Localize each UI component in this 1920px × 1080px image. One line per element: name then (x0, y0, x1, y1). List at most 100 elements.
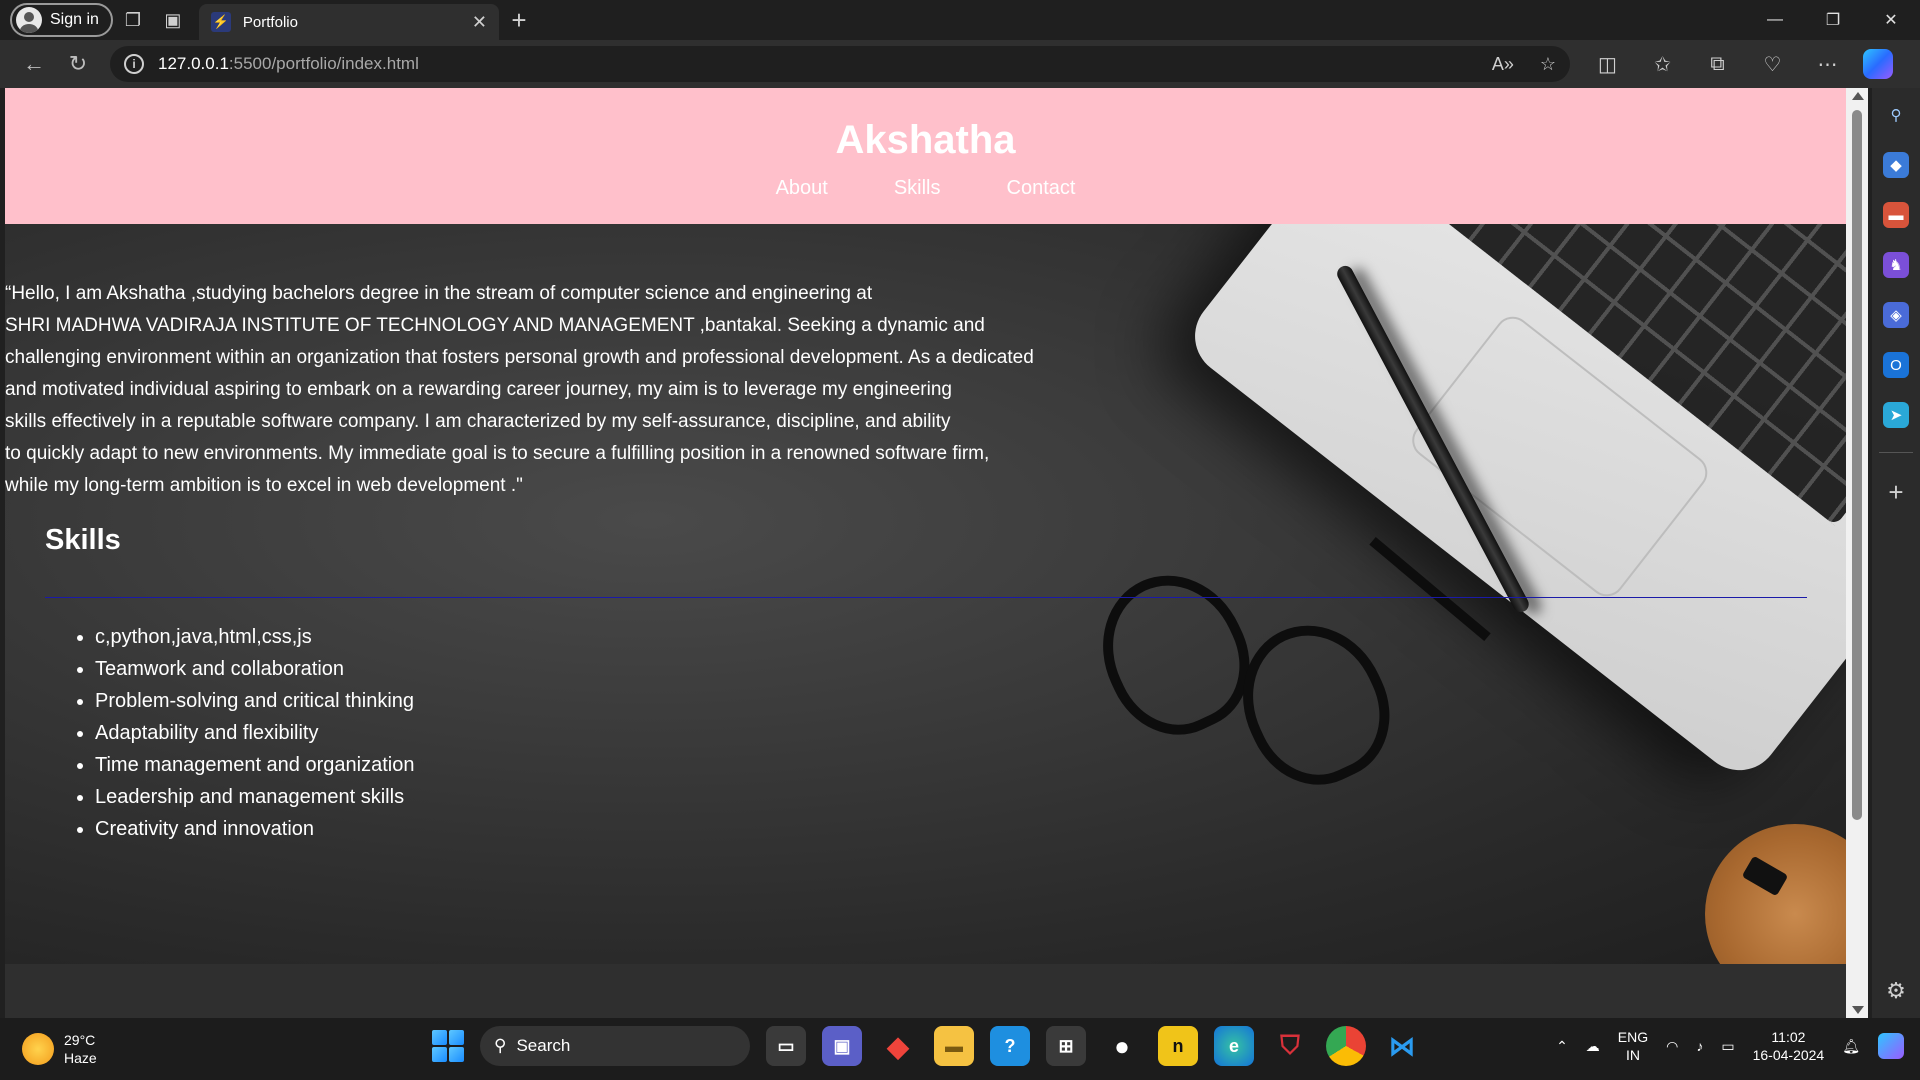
sidebar-divider (1879, 452, 1913, 453)
tools-icon[interactable]: ▬ (1883, 202, 1909, 228)
anydesk-icon[interactable]: ◆ (878, 1026, 918, 1066)
close-tab-icon[interactable]: ✕ (472, 12, 487, 33)
more-options-icon[interactable]: ⋯ (1800, 44, 1855, 84)
copilot-taskbar-icon[interactable] (1878, 1033, 1904, 1059)
intro-line: skills effectively in a reputable softwa… (5, 411, 951, 432)
page-footer-area (5, 964, 1846, 1018)
skills-divider (45, 597, 1807, 598)
time: 11:02 (1771, 1029, 1806, 1045)
minimize-button[interactable]: — (1746, 0, 1804, 40)
read-aloud-icon[interactable]: A» (1492, 54, 1514, 75)
tab-portfolio[interactable]: ⚡ Portfolio ✕ (198, 4, 499, 40)
page-scrollbar[interactable] (1846, 88, 1868, 1018)
notion-icon[interactable]: n (1158, 1026, 1198, 1066)
address-bar[interactable]: i 127.0.0.1:5500/portfolio/index.html A»… (110, 46, 1570, 82)
weather-sun-icon (22, 1033, 54, 1065)
start-button-icon[interactable] (432, 1030, 464, 1062)
scroll-up-arrow-icon[interactable] (1852, 92, 1864, 100)
site-info-icon[interactable]: i (124, 54, 144, 74)
edge-icon[interactable]: e (1214, 1026, 1254, 1066)
microsoft-365-icon[interactable]: ◈ (1883, 302, 1909, 328)
collections-icon[interactable]: ⧉ (1690, 44, 1745, 84)
show-hidden-icons-icon[interactable]: ⌃ (1556, 1038, 1568, 1055)
add-app-icon[interactable]: + (1888, 477, 1903, 508)
intro-text: “Hello, I am Akshatha ,studying bachelor… (5, 278, 1125, 502)
close-window-button[interactable]: ✕ (1862, 0, 1920, 40)
mcafee-icon[interactable]: ⛉ (1270, 1026, 1310, 1066)
nav-contact[interactable]: Contact (1007, 177, 1076, 200)
drop-icon[interactable]: ➤ (1883, 402, 1909, 428)
favorite-star-icon[interactable]: ☆ (1540, 54, 1556, 75)
shopping-tag-icon[interactable]: ◆ (1883, 152, 1909, 178)
sign-in-button[interactable]: Sign in (10, 3, 113, 37)
skills-list: c,python,java,html,css,js Teamwork and c… (95, 621, 414, 845)
settings-gear-icon[interactable]: ⚙ (1886, 978, 1906, 1004)
system-tray: ⌃ ☁ ENG IN ◠ ♪ ▭ 11:02 16-04-2024 🔔︎ (1556, 1028, 1904, 1064)
date: 16-04-2024 (1752, 1047, 1825, 1063)
url-text[interactable]: 127.0.0.1:5500/portfolio/index.html (158, 54, 1478, 74)
site-title: Akshatha (835, 118, 1016, 162)
list-item: Time management and organization (95, 749, 414, 781)
scroll-down-arrow-icon[interactable] (1852, 1006, 1864, 1014)
skills-heading: Skills (45, 524, 121, 556)
favorites-icon[interactable]: ✩ (1635, 44, 1690, 84)
nav-about[interactable]: About (776, 177, 828, 200)
notifications-bell-icon[interactable]: 🔔︎ (1842, 1038, 1860, 1055)
github-icon[interactable]: ● (1102, 1026, 1142, 1066)
intro-line: challenging environment within an organi… (5, 347, 1034, 368)
window-controls: — ❐ ✕ (1746, 0, 1920, 40)
list-item: Teamwork and collaboration (95, 653, 414, 685)
nav-skills[interactable]: Skills (894, 177, 941, 200)
battery-icon[interactable]: ▭ (1721, 1038, 1734, 1055)
refresh-button[interactable]: ↻ (56, 44, 100, 84)
search-icon[interactable]: ⚲ (1883, 102, 1909, 128)
browser-essentials-icon[interactable]: ♡ (1745, 44, 1800, 84)
site-header: Akshatha About Skills Contact (5, 88, 1846, 224)
intro-line: SHRI MADHWA VADIRAJA INSTITUTE OF TECHNO… (5, 315, 985, 336)
clock[interactable]: 11:02 16-04-2024 (1753, 1028, 1825, 1064)
teams-icon[interactable]: ▣ (822, 1026, 862, 1066)
windows-taskbar: 29°C Haze ⚲ Search ▭ ▣ ◆ ▬ ? ⊞ ● n e ⛉ ⋈… (0, 1018, 1920, 1080)
list-item: Creativity and innovation (95, 813, 414, 845)
chrome-icon[interactable] (1326, 1026, 1366, 1066)
tab-actions-icon[interactable]: ▣ (153, 0, 193, 40)
outlook-icon[interactable]: O (1883, 352, 1909, 378)
weather-condition: Haze (64, 1050, 97, 1066)
hero-section: “Hello, I am Akshatha ,studying bachelor… (5, 224, 1846, 964)
browser-title-bar: Sign in ❐ ▣ ⚡ Portfolio ✕ + — ❐ ✕ (0, 0, 1920, 40)
microsoft-store-icon[interactable]: ⊞ (1046, 1026, 1086, 1066)
wifi-icon[interactable]: ◠ (1666, 1038, 1678, 1055)
tab-title: Portfolio (242, 13, 298, 31)
page-viewport: Akshatha About Skills Contact “Hello, I … (5, 88, 1846, 1018)
language-indicator[interactable]: ENG IN (1618, 1028, 1648, 1064)
task-view-icon[interactable]: ▭ (766, 1026, 806, 1066)
list-item: Leadership and management skills (95, 781, 414, 813)
sign-in-label: Sign in (50, 11, 99, 28)
new-tab-button[interactable]: + (499, 5, 539, 36)
get-help-icon[interactable]: ? (990, 1026, 1030, 1066)
tab-favicon-icon: ⚡ (210, 12, 231, 32)
site-nav: About Skills Contact (5, 177, 1846, 200)
profile-avatar-icon (16, 7, 42, 33)
restore-button[interactable]: ❐ (1804, 0, 1862, 40)
split-screen-icon[interactable]: ◫ (1580, 44, 1635, 84)
intro-line: while my long-term ambition is to excel … (5, 475, 523, 496)
copilot-icon[interactable] (1863, 49, 1893, 79)
weather-widget[interactable]: 29°C Haze (22, 1031, 97, 1067)
address-toolbar: ← ↻ i 127.0.0.1:5500/portfolio/index.htm… (0, 40, 1920, 88)
scroll-thumb[interactable] (1852, 110, 1862, 820)
onedrive-icon[interactable]: ☁ (1586, 1038, 1600, 1055)
games-icon[interactable]: ♞ (1883, 252, 1909, 278)
intro-line: “Hello, I am Akshatha ,studying bachelor… (5, 283, 873, 304)
glasses-image (1077, 536, 1491, 807)
list-item: Problem-solving and critical thinking (95, 685, 414, 717)
intro-line: to quickly adapt to new environments. My… (5, 443, 990, 464)
workspaces-icon[interactable]: ❐ (113, 0, 153, 40)
file-explorer-icon[interactable]: ▬ (934, 1026, 974, 1066)
back-button[interactable]: ← (12, 44, 56, 84)
vscode-icon[interactable]: ⋈ (1382, 1026, 1422, 1066)
search-label: Search (516, 1036, 571, 1055)
list-item: Adaptability and flexibility (95, 717, 414, 749)
volume-icon[interactable]: ♪ (1696, 1038, 1703, 1054)
taskbar-search[interactable]: ⚲ Search (480, 1026, 750, 1066)
